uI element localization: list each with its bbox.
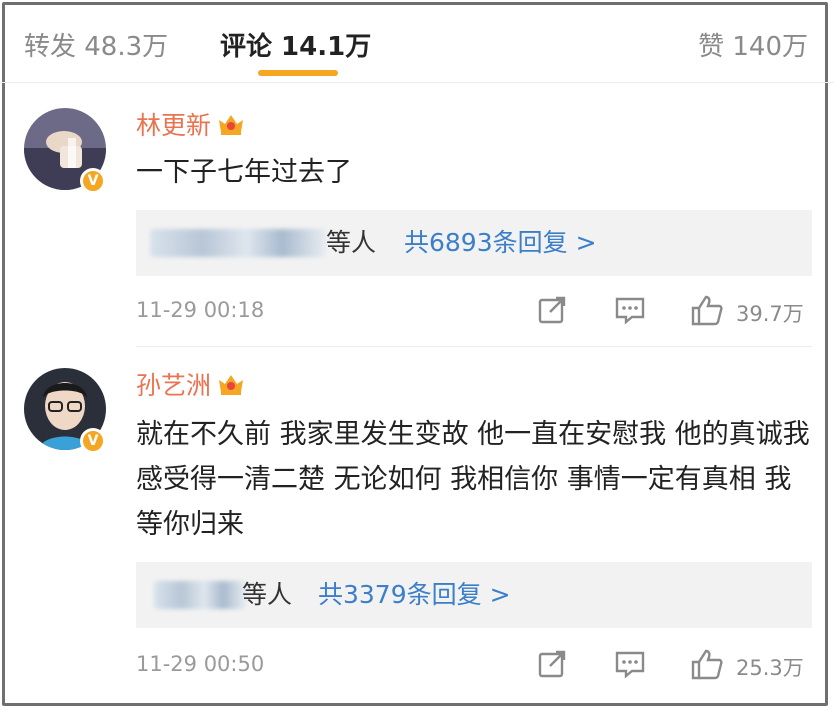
- reply-preview[interactable]: 等人 共6893条回复 >: [136, 210, 812, 276]
- comment-text: 一下子七年过去了: [136, 157, 352, 188]
- reply-others-label: 等人: [242, 580, 293, 609]
- comment-icon[interactable]: [614, 648, 646, 685]
- like-count: 39.7万: [736, 302, 804, 326]
- comment-item: V 孙艺洲 就在不久前 我家里发生变故 他一直在安慰我 他的真诚我感受得一清二楚…: [0, 356, 834, 696]
- blurred-usernames: [154, 581, 246, 609]
- tab-likes[interactable]: 赞 140万: [698, 26, 808, 63]
- like-count: 25.3万: [736, 656, 804, 680]
- comment-tabs: 转发 48.3万 评论 14.1万 赞 140万: [0, 0, 834, 83]
- comment-icon[interactable]: [614, 294, 646, 331]
- like-icon[interactable]: [690, 294, 724, 331]
- active-tab-indicator: [258, 70, 338, 76]
- commenter-name[interactable]: 林更新: [136, 106, 245, 142]
- view-replies-link[interactable]: 共3379条回复 >: [318, 562, 511, 628]
- reply-preview[interactable]: 等人 共3379条回复 >: [136, 562, 812, 628]
- comment-meta: 11-29 00:50 25.3万: [136, 646, 812, 686]
- crown-vip-icon: [217, 372, 245, 402]
- comment-timestamp: 11-29 00:50: [136, 652, 265, 676]
- comment-item: V 林更新 一下子七年过去了 等人 共6893条回复 > 11-29 00:18…: [0, 96, 834, 347]
- view-replies-link[interactable]: 共6893条回复 >: [404, 210, 597, 276]
- comment-timestamp: 11-29 00:18: [136, 298, 265, 322]
- divider: [136, 346, 812, 347]
- comment-text: 就在不久前 我家里发生变故 他一直在安慰我 他的真诚我感受得一清二楚 无论如何 …: [136, 419, 810, 540]
- blurred-usernames: [150, 229, 326, 257]
- tab-comments[interactable]: 评论 14.1万: [220, 26, 371, 63]
- share-icon[interactable]: [536, 294, 568, 331]
- like-icon[interactable]: [690, 648, 724, 685]
- verified-badge-icon: V: [80, 428, 106, 454]
- reply-others-label: 等人: [326, 228, 377, 257]
- crown-vip-icon: [217, 112, 245, 142]
- comment-meta: 11-29 00:18 39.7万: [136, 292, 812, 332]
- share-icon[interactable]: [536, 648, 568, 685]
- commenter-name[interactable]: 孙艺洲: [136, 366, 245, 402]
- tab-repost[interactable]: 转发 48.3万: [24, 26, 168, 63]
- verified-badge-icon: V: [80, 168, 106, 194]
